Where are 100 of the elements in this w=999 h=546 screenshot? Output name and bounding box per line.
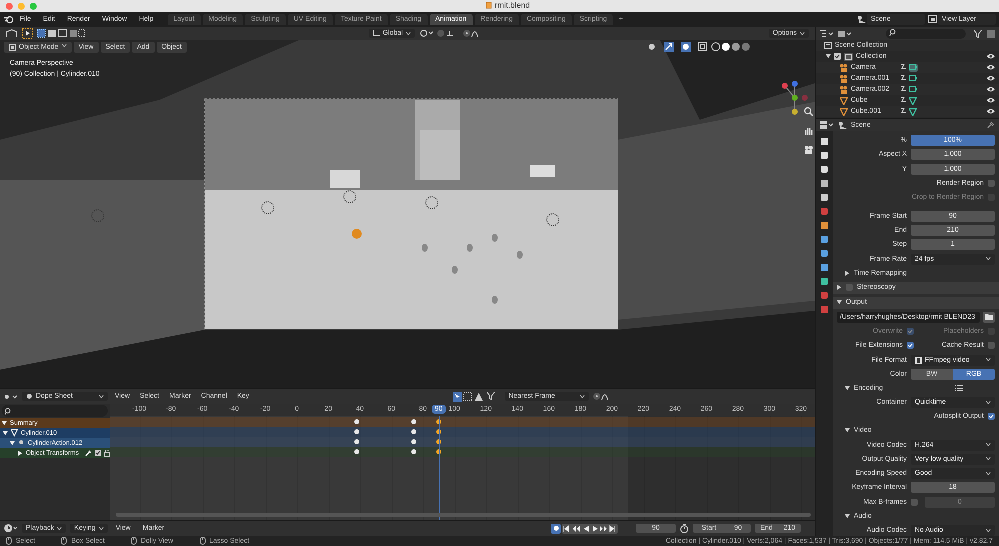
checkbox[interactable]: [988, 180, 995, 187]
caret-icon: [98, 526, 104, 530]
collapsed-triangle-icon[interactable]: [18, 450, 23, 456]
keyframe-marker[interactable]: [411, 440, 416, 444]
axes-icon: [372, 30, 380, 37]
folder-button[interactable]: [983, 312, 995, 323]
list-icon[interactable]: [955, 385, 963, 392]
record-button[interactable]: [551, 524, 561, 534]
caret-icon: [57, 526, 62, 530]
cylinder-object: [492, 296, 498, 304]
pivot-icon[interactable]: [419, 29, 434, 38]
keyframe-marker[interactable]: [411, 420, 416, 424]
expanded-triangle-icon[interactable]: [10, 440, 15, 446]
checkbox-icon[interactable]: [834, 53, 841, 60]
checkbox[interactable]: [911, 498, 918, 506]
camera-icon: [840, 64, 848, 72]
editor-type-icon[interactable]: [4, 392, 18, 400]
collapsed-triangle-icon[interactable]: [845, 270, 850, 276]
cylinder-object: [452, 266, 458, 274]
transform-tool-icon[interactable]: [6, 29, 18, 38]
caret-icon: [986, 528, 991, 532]
expanded-triangle-icon[interactable]: [837, 300, 842, 306]
eye-icon[interactable]: [987, 64, 995, 71]
light-object-icon: [262, 202, 274, 214]
eye-icon[interactable]: [987, 53, 995, 60]
expanded-triangle-icon[interactable]: [845, 386, 850, 392]
checkbox-icon[interactable]: [95, 450, 102, 456]
new-collection-icon[interactable]: [987, 30, 995, 38]
checkbox[interactable]: [907, 342, 914, 350]
search-field[interactable]: [2, 405, 108, 417]
caret-icon: [986, 400, 991, 405]
expanded-triangle-icon[interactable]: [845, 514, 850, 519]
action-icon: [18, 439, 25, 447]
building-block: [330, 170, 360, 188]
checkbox[interactable]: [988, 342, 995, 350]
object-icon: [9, 44, 16, 51]
zoom-icon[interactable]: [804, 107, 814, 117]
eye-icon[interactable]: [987, 108, 995, 115]
camera-data-icon[interactable]: [909, 86, 918, 94]
camera-icon[interactable]: [804, 145, 814, 155]
keyframe-marker[interactable]: [354, 440, 360, 444]
expanded-triangle-icon[interactable]: [3, 430, 8, 436]
selection-mode-icon[interactable]: [37, 29, 85, 38]
caret-icon: [986, 457, 991, 462]
keyframes-icon: [26, 393, 33, 400]
clock-icon[interactable]: [4, 524, 18, 533]
keyframe-marker[interactable]: [411, 430, 416, 434]
expanded-triangle-icon[interactable]: [845, 428, 850, 434]
folder-icon: [985, 314, 993, 320]
caret-icon: [986, 358, 991, 362]
selected-object-icon: [352, 229, 362, 239]
checkmark-icon: [908, 329, 913, 334]
hand-icon[interactable]: [804, 126, 814, 136]
checkmark-icon: [908, 343, 913, 348]
display-mode-icon[interactable]: [838, 30, 852, 38]
keyframe-marker[interactable]: [354, 450, 360, 454]
stopwatch-icon[interactable]: [680, 524, 689, 534]
mouse-icon: [130, 537, 137, 545]
editor-type-icon[interactable]: [820, 121, 834, 129]
cursor-tool-icon[interactable]: [22, 28, 33, 39]
filter-icon[interactable]: [974, 30, 983, 38]
checkbox[interactable]: [988, 413, 995, 420]
caret-icon: [406, 32, 412, 36]
caret-icon: [99, 394, 104, 398]
selection-filter-icon[interactable]: [452, 392, 483, 402]
expanded-triangle-icon[interactable]: [2, 420, 7, 426]
mesh-data-icon[interactable]: [909, 96, 918, 104]
mouse-icon: [6, 537, 12, 545]
eye-icon[interactable]: [987, 75, 995, 82]
editor-type-icon[interactable]: [820, 30, 834, 38]
wrench-icon[interactable]: [85, 450, 92, 456]
checkmark-icon: [989, 414, 994, 420]
view-layer-icon[interactable]: [928, 15, 938, 24]
mesh-data-icon[interactable]: [909, 108, 918, 116]
pin-icon[interactable]: [987, 121, 995, 129]
camera-data-icon[interactable]: [909, 64, 918, 72]
record-icon: [554, 526, 558, 531]
caret-icon: [986, 257, 991, 262]
keyframe-marker[interactable]: [354, 420, 360, 424]
search-field[interactable]: [886, 28, 966, 38]
lock-icon[interactable]: [104, 450, 110, 456]
keyframe-marker[interactable]: [354, 430, 360, 434]
eye-icon[interactable]: [987, 97, 995, 104]
playback-controls-icon[interactable]: [562, 524, 618, 534]
mouse-icon: [61, 537, 68, 545]
cylinder-object: [517, 251, 523, 259]
eye-icon[interactable]: [987, 86, 995, 93]
expanded-triangle-icon[interactable]: [826, 54, 831, 59]
window-title: rmit.blend: [495, 1, 530, 10]
building-block: [530, 165, 555, 177]
scrollbar[interactable]: [116, 513, 811, 517]
camera-data-icon[interactable]: [909, 74, 918, 82]
collection-icon: [824, 42, 832, 49]
scene-icon[interactable]: [857, 15, 867, 24]
keyframe-marker[interactable]: [411, 450, 416, 454]
collapsed-triangle-icon[interactable]: [837, 285, 842, 290]
xray-icon[interactable]: [698, 42, 708, 52]
blender-logo-icon[interactable]: [4, 15, 14, 24]
caret-icon: [800, 32, 806, 36]
checkbox[interactable]: [846, 284, 853, 292]
